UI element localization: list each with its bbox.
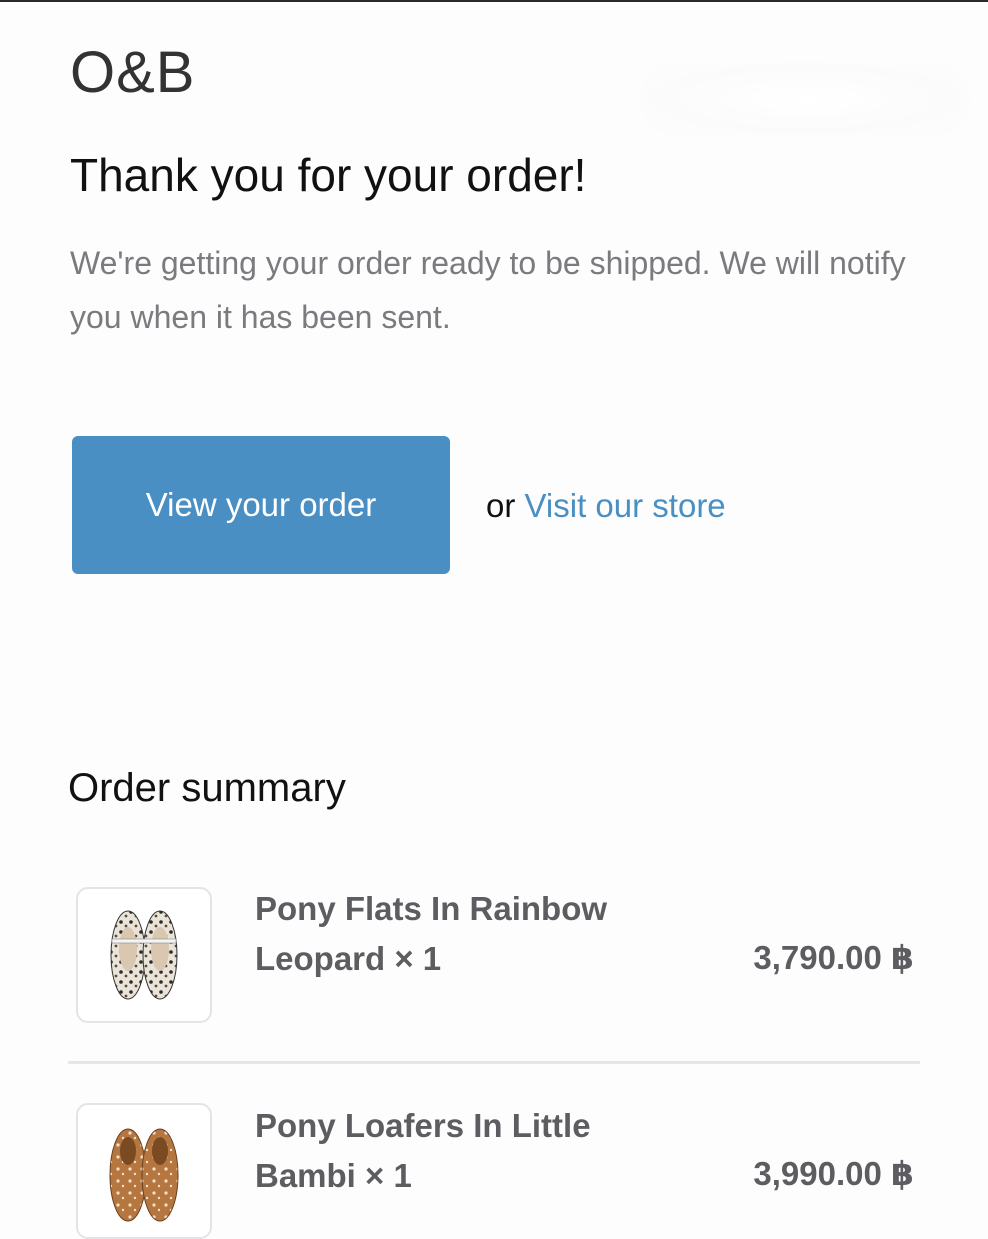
leopard-flats-icon [110, 910, 178, 1000]
bambi-loafers-icon [109, 1128, 179, 1222]
page-title: Thank you for your order! [70, 149, 587, 201]
item-divider [68, 1061, 920, 1064]
product-thumbnail [76, 887, 212, 1023]
order-status-message: We're getting your order ready to be shi… [70, 245, 906, 335]
alternate-action: or Visit our store [486, 486, 726, 526]
top-divider [0, 0, 988, 2]
or-text: or [486, 487, 516, 524]
product-price: 3,990.00 ฿ [753, 1155, 914, 1192]
order-summary-heading: Order summary [68, 766, 346, 810]
product-name[interactable]: Pony Loafers In Little Bambi × 1 [255, 1101, 695, 1201]
product-price: 3,790.00 ฿ [753, 939, 914, 976]
product-name[interactable]: Pony Flats In Rainbow Leopard × 1 [255, 884, 695, 984]
view-order-button[interactable]: View your order [72, 436, 450, 574]
view-order-button-label: View your order [145, 486, 377, 523]
store-logo[interactable]: O&B [70, 44, 196, 102]
blurred-redaction [640, 62, 970, 136]
product-thumbnail [76, 1103, 212, 1239]
visit-store-link[interactable]: Visit our store [525, 487, 726, 524]
